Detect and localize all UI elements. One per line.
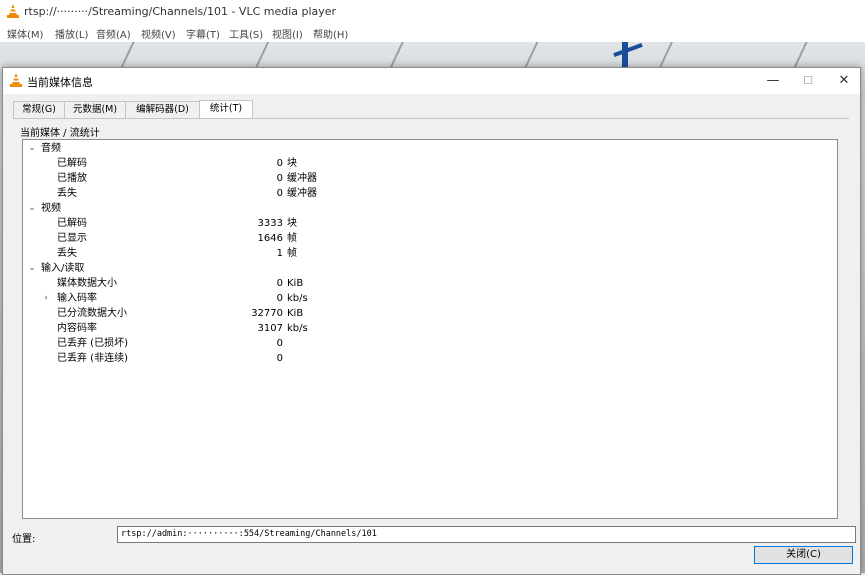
location-field[interactable]: rtsp://admin:··········:554/Streaming/Ch… xyxy=(117,526,856,543)
tree-stat-row[interactable]: 已显示 1646 帧 xyxy=(23,231,837,246)
breadcrumb: 当前媒体 / 流统计 xyxy=(20,128,100,139)
stat-value: 1 xyxy=(276,248,283,259)
stat-value: 0 xyxy=(276,353,283,364)
tree-group-row[interactable]: ⌄ 音频 xyxy=(23,141,837,156)
window-title: rtsp://·········/Streaming/Channels/101 … xyxy=(24,5,337,18)
stat-label: 输入码率 xyxy=(57,293,97,304)
tree-stat-row[interactable]: 丢失 1 帧 xyxy=(23,246,837,261)
stat-label: 已解码 xyxy=(57,158,87,169)
stat-value: 0 xyxy=(276,188,283,199)
tree-stat-row[interactable]: 已解码 0 块 xyxy=(23,156,837,171)
menu-bar: 媒体(M) 播放(L) 音频(A) 视频(V) 字幕(T) 工具(S) 视图(I) 帮助(H) xyxy=(0,22,865,42)
stat-unit: 帧 xyxy=(287,248,297,259)
stat-label: 已解码 xyxy=(57,218,87,229)
stat-label: 音频 xyxy=(41,143,61,154)
maximize-button[interactable]: ☐ xyxy=(793,72,823,90)
menu-item-7[interactable]: 帮助(H) xyxy=(313,26,348,41)
stat-label: 已分流数据大小 xyxy=(57,308,127,319)
vlc-titlebar: rtsp://·········/Streaming/Channels/101 … xyxy=(0,0,865,22)
stat-label: 媒体数据大小 xyxy=(57,278,117,289)
stat-unit: 帧 xyxy=(287,233,297,244)
stat-value: 0 xyxy=(276,173,283,184)
stat-value: 0 xyxy=(276,338,283,349)
expand-chevron-icon[interactable]: ⌄ xyxy=(27,201,37,216)
stat-value: 3107 xyxy=(257,323,283,334)
stat-unit: 块 xyxy=(287,218,297,229)
stat-value: 0 xyxy=(276,278,283,289)
stat-unit: 缓冲器 xyxy=(287,173,317,184)
stat-value: 0 xyxy=(276,158,283,169)
stat-label: 内容码率 xyxy=(57,323,97,334)
stat-unit: 块 xyxy=(287,158,297,169)
dialog-title: 当前媒体信息 xyxy=(27,76,93,89)
stat-value: 0 xyxy=(276,293,283,304)
stat-value: 1646 xyxy=(257,233,283,244)
menu-item-4[interactable]: 字幕(T) xyxy=(186,26,220,41)
stat-unit: kb/s xyxy=(287,293,308,304)
menu-item-6[interactable]: 视图(I) xyxy=(272,26,303,41)
close-button[interactable]: 关闭(C) xyxy=(754,546,853,564)
stats-tree[interactable]: ⌄ 音频 已解码 0 块已播放 0 缓冲器 丢失 0 缓冲器 ⌄ 视频 已解码 3333 块已显示 1646 帧… xyxy=(22,139,838,519)
tree-stat-row[interactable]: 已解码 3333 块 xyxy=(23,216,837,231)
minimize-button[interactable]: — xyxy=(758,72,788,90)
stat-label: 已显示 xyxy=(57,233,87,244)
stat-value: 32770 xyxy=(251,308,283,319)
stat-label: 视频 xyxy=(41,203,61,214)
media-info-dialog: 当前媒体信息 — ☐ ✕ 常规(G) 元数据(M) 编解码器(D) 统计(T) … xyxy=(2,67,861,575)
stat-unit: kb/s xyxy=(287,323,308,334)
tab-statistics[interactable]: 统计(T) xyxy=(199,100,253,119)
tree-group-row[interactable]: ⌄ 输入/读取 xyxy=(23,261,837,276)
vlc-cone-icon xyxy=(10,73,22,87)
tree-stat-row[interactable]: 媒体数据大小 0 KiB xyxy=(23,276,837,291)
stat-label: 已播放 xyxy=(57,173,87,184)
tree-stat-row[interactable]: 已播放 0 缓冲器 xyxy=(23,171,837,186)
dialog-titlebar[interactable]: 当前媒体信息 — ☐ ✕ xyxy=(3,68,860,94)
tree-stat-row[interactable]: 内容码率 3107 kb/s xyxy=(23,321,837,336)
expand-chevron-icon[interactable]: ⌄ xyxy=(27,261,37,276)
stat-label: 丢失 xyxy=(57,248,77,259)
close-window-button[interactable]: ✕ xyxy=(829,72,859,90)
tab-general[interactable]: 常规(G) xyxy=(13,101,65,118)
tree-stat-row[interactable]: 已丢弃 (已损坏) 0 xyxy=(23,336,837,351)
stat-label: 丢失 xyxy=(57,188,77,199)
stat-unit: KiB xyxy=(287,278,304,289)
menu-item-2[interactable]: 音频(A) xyxy=(96,26,131,41)
expand-chevron-icon[interactable]: ⌄ xyxy=(27,141,37,156)
menu-item-5[interactable]: 工具(S) xyxy=(229,26,263,41)
menu-item-3[interactable]: 视频(V) xyxy=(141,26,176,41)
location-label: 位置: xyxy=(12,534,36,545)
tab-panel-border xyxy=(13,118,849,119)
stat-unit: KiB xyxy=(287,308,304,319)
stat-label: 已丢弃 (已损坏) xyxy=(57,338,128,349)
menu-item-1[interactable]: 播放(L) xyxy=(55,26,88,41)
tree-group-row[interactable]: ⌄ 视频 xyxy=(23,201,837,216)
tab-metadata[interactable]: 元数据(M) xyxy=(64,101,126,118)
stat-label: 已丢弃 (非连续) xyxy=(57,353,128,364)
stat-unit: 缓冲器 xyxy=(287,188,317,199)
expand-chevron-icon[interactable]: › xyxy=(41,291,51,306)
tree-stat-row[interactable]: 已分流数据大小 32770 KiB xyxy=(23,306,837,321)
tree-stat-row[interactable]: 丢失 0 缓冲器 xyxy=(23,186,837,201)
tab-codec[interactable]: 编解码器(D) xyxy=(125,101,200,118)
menu-item-0[interactable]: 媒体(M) xyxy=(7,26,43,41)
stat-value: 3333 xyxy=(257,218,283,229)
stat-label: 输入/读取 xyxy=(41,263,85,274)
vlc-cone-icon xyxy=(7,4,19,18)
tree-stat-row[interactable]: › 输入码率 0 kb/s xyxy=(23,291,837,306)
tree-stat-row[interactable]: 已丢弃 (非连续) 0 xyxy=(23,351,837,366)
